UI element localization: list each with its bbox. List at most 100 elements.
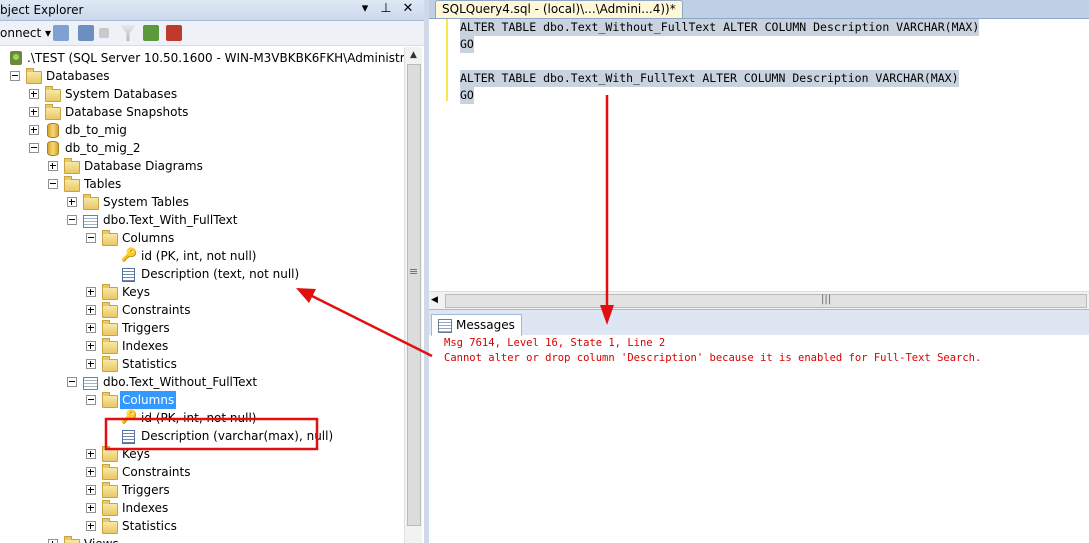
expand-toggle-icon[interactable] [86,305,96,315]
collapse-icon[interactable] [166,25,182,41]
error-message-line: Msg 7614, Level 16, State 1, Line 2 [444,337,666,349]
editor-horizontal-scrollbar[interactable]: ◀ ||| [429,291,1089,309]
folder-icon [102,518,118,534]
tree-label: db_to_mig_2 [65,141,141,155]
tree-label: Keys [122,285,151,299]
folder-icon [83,194,99,210]
filter-icon[interactable] [120,25,136,41]
tab-messages-label: Messages [456,318,515,332]
tree-label: id (PK, int, not null) [141,249,257,263]
close-icon[interactable]: ✕ [400,1,416,16]
connect-button[interactable]: onnect ▾ [0,26,51,40]
expand-toggle-icon[interactable] [86,287,96,297]
scroll-left-icon[interactable]: ◀ [431,292,438,309]
tab-messages[interactable]: Messages [431,314,522,336]
collapse-toggle-icon[interactable] [67,215,77,225]
code-line: ALTER TABLE dbo.Text_Without_FullText AL… [460,19,980,36]
scroll-up-icon[interactable]: ▲ [405,47,422,64]
tree-label: Statistics [122,357,177,371]
database-icon [47,141,59,156]
folder-icon [102,230,118,246]
stop-icon[interactable] [99,28,109,38]
folder-icon [102,302,118,318]
expand-toggle-icon[interactable] [86,449,96,459]
tree-label: Database Diagrams [84,159,203,173]
results-tabbar: Messages [429,309,1089,336]
code-line: ALTER TABLE dbo.Text_With_FullText ALTER… [460,70,959,87]
connect-object-explorer-icon[interactable] [53,25,69,41]
tab-sqlquery4[interactable]: SQLQuery4.sql - (local)\...\Admini...4))… [435,0,683,18]
primary-key-icon: 🔑 [121,410,138,425]
tree-vertical-scrollbar[interactable]: ▲ ≡ [404,47,422,543]
collapse-toggle-icon[interactable] [86,233,96,243]
tree-label: Triggers [122,483,170,497]
expand-toggle-icon[interactable] [86,341,96,351]
database-icon [47,123,59,138]
change-margin [446,19,448,101]
tree-label: Columns [122,231,175,245]
folder-icon [102,284,118,300]
folder-icon [102,320,118,336]
folder-icon [102,482,118,498]
scrollbar-grip-icon: ≡ [409,265,419,278]
tree-label: Triggers [122,321,170,335]
tree-label: db_to_mig [65,123,127,137]
folder-icon [102,446,118,462]
scrollbar-thumb[interactable] [445,294,1087,308]
expand-toggle-icon[interactable] [67,197,77,207]
primary-key-icon: 🔑 [121,248,138,263]
scrollbar-thumb[interactable] [407,64,421,526]
code-line: GO [460,87,474,104]
expand-toggle-icon[interactable] [29,89,39,99]
tree-label: Database Snapshots [65,105,189,119]
error-message-line: Cannot alter or drop column 'Description… [444,352,982,364]
refresh-icon[interactable] [143,25,159,41]
expand-toggle-icon[interactable] [86,521,96,531]
pin-icon[interactable]: ⊥ [378,1,394,16]
tree-label: Constraints [122,465,191,479]
collapse-toggle-icon[interactable] [10,71,20,81]
tree-label: Indexes [122,501,169,515]
expand-toggle-icon[interactable] [86,359,96,369]
expand-toggle-icon[interactable] [86,485,96,495]
expand-toggle-icon[interactable] [86,503,96,513]
tree-label: Tables [84,177,122,191]
object-explorer-panel: bject Explorer ▾ ⊥ ✕ onnect ▾ .\TEST (SQ… [0,0,424,543]
folder-icon [64,176,80,192]
tree-label: Keys [122,447,151,461]
sql-editor[interactable]: ALTER TABLE dbo.Text_Without_FullText AL… [429,19,1089,291]
folder-icon [64,536,80,543]
collapse-toggle-icon[interactable] [29,143,39,153]
scrollbar-grip-icon: ||| [821,294,832,305]
expand-toggle-icon[interactable] [29,125,39,135]
expand-toggle-icon[interactable] [48,539,58,543]
tree-label: System Tables [103,195,189,209]
tree-label: Description (text, not null) [141,267,300,281]
messages-icon [438,319,452,333]
collapse-toggle-icon[interactable] [86,395,96,405]
collapse-toggle-icon[interactable] [48,179,58,189]
folder-icon [102,500,118,516]
tree-label: .\TEST (SQL Server 10.50.1600 - WIN-M3VB… [27,51,404,65]
expand-toggle-icon[interactable] [86,467,96,477]
column-icon [122,430,135,444]
folder-icon [102,356,118,372]
tree-label: Statistics [122,519,177,533]
tree-label: id (PK, int, not null) [141,411,257,425]
expand-toggle-icon[interactable] [48,161,58,171]
folder-icon [64,158,80,174]
collapse-toggle-icon[interactable] [67,377,77,387]
folder-icon [26,68,42,84]
code-line: GO [460,36,474,53]
window-position-icon[interactable]: ▾ [357,1,373,16]
folder-icon [45,104,61,120]
object-explorer-tree: .\TEST (SQL Server 10.50.1600 - WIN-M3VB… [0,47,404,543]
table-icon [83,377,98,390]
table-icon [83,215,98,228]
expand-toggle-icon[interactable] [86,323,96,333]
disconnect-icon[interactable] [78,25,94,41]
folder-icon [102,464,118,480]
expand-toggle-icon[interactable] [29,107,39,117]
tree-label: dbo.Text_With_FullText [103,213,238,227]
tree-label: Description (varchar(max), null) [141,429,334,443]
